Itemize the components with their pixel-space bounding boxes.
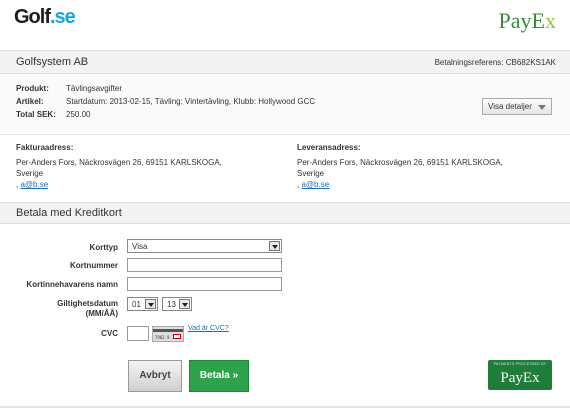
card-number-input[interactable] xyxy=(127,258,282,272)
payex-logo-text: PayE xyxy=(498,8,545,33)
dropdown-arrow-icon xyxy=(269,241,280,251)
show-details-button[interactable]: Visa detaljer xyxy=(482,98,552,115)
expiry-year-select[interactable]: 13 xyxy=(162,297,192,311)
cardholder-name-input[interactable] xyxy=(127,277,282,291)
total-label: Total SEK: xyxy=(16,110,56,119)
dropdown-arrow-icon xyxy=(179,299,190,309)
expiry-year-value: 13 xyxy=(167,300,176,309)
total-row: Total SEK: 250.00 xyxy=(16,110,90,119)
merchant-name: Golfsystem AB xyxy=(16,56,89,68)
cardholder-label: Kortinnehavarens namn xyxy=(26,280,118,289)
total-value: 250.00 xyxy=(66,110,91,119)
golf-se-logo: Golf.se xyxy=(14,6,76,29)
payment-reference: Betalningsreferens: CB682KS1AK xyxy=(435,58,556,67)
expiry-month-select[interactable]: 01 xyxy=(127,297,158,311)
chevron-down-icon xyxy=(538,105,546,110)
product-label: Produkt: xyxy=(16,84,49,93)
cancel-button[interactable]: Avbryt xyxy=(128,360,182,392)
cvc-label: CVC xyxy=(101,329,118,338)
badge-brand-text: PayEx xyxy=(500,370,540,386)
delivery-heading: Leveransadress: xyxy=(297,143,361,152)
expiry-label-line2: (MM/ÅÅ) xyxy=(85,309,118,318)
cvc-highlight-box xyxy=(173,334,181,339)
top-header: Golf.se PayEx xyxy=(0,0,570,50)
golf-logo-domain: .se xyxy=(50,6,76,28)
golf-logo-text: Golf xyxy=(14,6,51,28)
reference-value: CB682KS1AK xyxy=(505,58,556,67)
delivery-line1: Per-Anders Fors, Näckrosvägen 26, 69151 … xyxy=(297,158,503,167)
delivery-line2: Sverige xyxy=(297,169,325,178)
reference-label: Betalningsreferens: xyxy=(434,58,504,67)
card-number-label: Kortnummer xyxy=(69,261,118,270)
dropdown-arrow-icon xyxy=(145,299,156,309)
expiry-label-line1: Giltighetsdatum xyxy=(57,299,118,308)
billing-address: Fakturaadress: Per-Anders Fors, Näckrosv… xyxy=(16,142,222,190)
delivery-address: Leveransadress: Per-Anders Fors, Näckros… xyxy=(297,142,503,190)
payex-processed-badge: PAYMENTS PROCESSED BY PayEx xyxy=(488,360,552,390)
billing-heading: Fakturaadress: xyxy=(16,143,74,152)
billing-line1: Per-Anders Fors, Näckrosvägen 26, 69151 … xyxy=(16,158,222,167)
card-type-select[interactable]: Visa xyxy=(127,239,282,253)
pay-button[interactable]: Betala » xyxy=(189,360,249,392)
payex-logo-x: x xyxy=(545,8,556,33)
divider xyxy=(0,134,570,135)
show-details-label: Visa detaljer xyxy=(488,102,532,111)
billing-email-row: , a@b.se xyxy=(16,179,222,190)
article-row: Artikel: Startdatum: 2013-02-15, Tävling:… xyxy=(16,97,315,106)
article-label: Artikel: xyxy=(16,97,44,106)
expiry-month-value: 01 xyxy=(132,300,141,309)
product-row: Produkt: Tävlingsavgifter xyxy=(16,84,122,93)
cvc-help-link[interactable]: Vad är CVC? xyxy=(188,325,229,332)
billing-line2: Sverige xyxy=(16,169,44,178)
article-value: Startdatum: 2013-02-15, Tävling: Vintert… xyxy=(66,97,316,106)
product-value: Tävlingsavgifter xyxy=(66,84,123,93)
cvc-input[interactable] xyxy=(127,326,149,341)
delivery-email-row: , a@b.se xyxy=(297,179,503,190)
payex-logo: PayEx xyxy=(499,8,556,34)
billing-email-link[interactable]: a@b.se xyxy=(20,180,48,189)
card-stripe xyxy=(153,329,183,332)
badge-small-text: PAYMENTS PROCESSED BY xyxy=(493,362,547,366)
card-back-icon: 7982 9 123 xyxy=(152,326,184,342)
order-summary: Produkt: Tävlingsavgifter Artikel: Startda… xyxy=(0,74,570,132)
payment-section-title: Betala med Kreditkort xyxy=(16,207,122,219)
merchant-bar: Golfsystem AB Betalningsreferens: CB682K… xyxy=(0,50,570,74)
delivery-email-link[interactable]: a@b.se xyxy=(301,180,329,189)
payment-section-bar: Betala med Kreditkort xyxy=(0,202,570,224)
card-payment-form: Korttyp Visa Kortnummer Kortinnehavarens… xyxy=(0,224,570,408)
card-type-value: Visa xyxy=(132,242,148,251)
card-type-label: Korttyp xyxy=(89,243,118,252)
expiry-label: Giltighetsdatum (MM/ÅÅ) xyxy=(20,299,118,319)
